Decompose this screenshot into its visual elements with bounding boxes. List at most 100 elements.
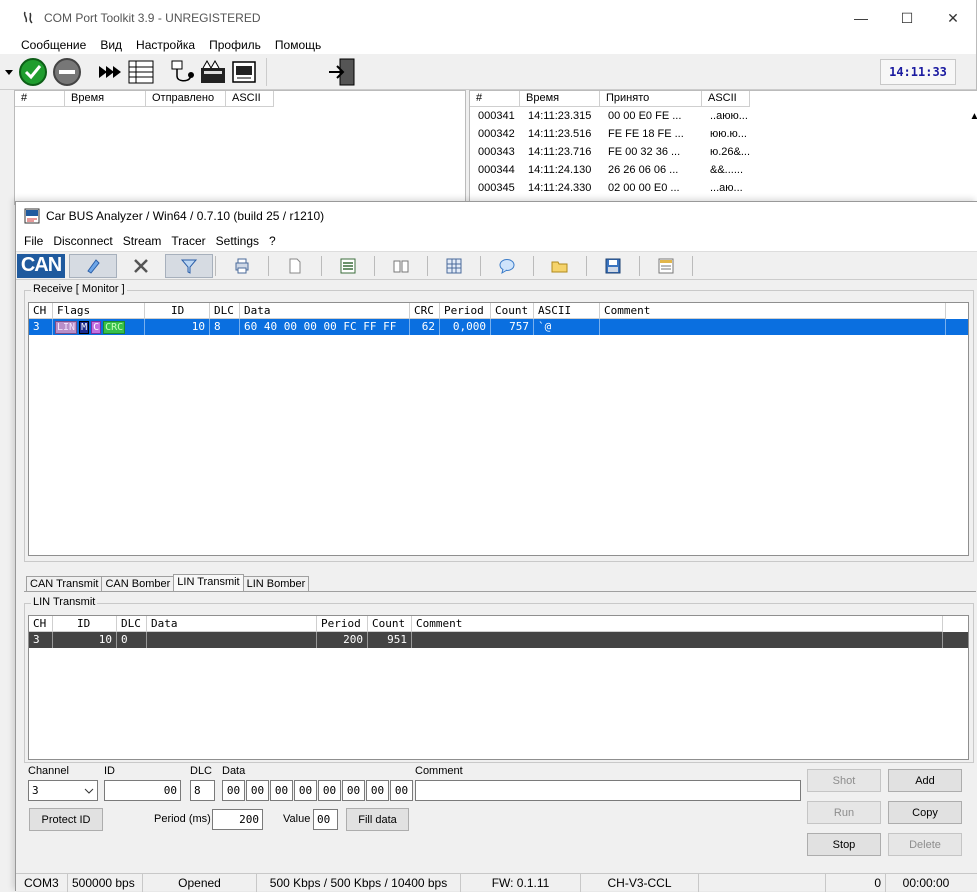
table-row[interactable]: 3 10 0 200 951: [29, 632, 968, 648]
col-received[interactable]: Принято: [600, 91, 702, 107]
menu-settings[interactable]: Настройка: [136, 38, 195, 52]
terminal-icon[interactable]: [230, 58, 258, 86]
id-input[interactable]: 00: [104, 780, 181, 801]
menu-help[interactable]: Помощь: [275, 38, 321, 52]
list-item[interactable]: 000343 14:11:23.716 FE 00 32 36 ... ю.26&..…: [470, 143, 977, 161]
col-ch[interactable]: CH: [29, 616, 53, 632]
minimize-button[interactable]: —: [838, 0, 884, 36]
col-dlc[interactable]: DLC: [117, 616, 147, 632]
table-row[interactable]: 3 LIN M C CRC 10 8 60 40 00 00 00 FC FF FF …: [29, 319, 968, 335]
shot-button[interactable]: Shot: [807, 769, 881, 792]
new-document-button[interactable]: [271, 254, 319, 278]
menu-file[interactable]: File: [24, 234, 43, 248]
receive-table[interactable]: CH Flags ID DLC Data CRC Period Count AS…: [28, 302, 969, 556]
col-count[interactable]: Count: [368, 616, 412, 632]
data-byte-input[interactable]: 00: [318, 780, 341, 801]
col-period[interactable]: Period: [440, 303, 491, 319]
data-byte-input[interactable]: 00: [342, 780, 365, 801]
connect-check-icon[interactable]: [16, 57, 50, 86]
col-data[interactable]: Data: [240, 303, 410, 319]
col-sent[interactable]: Отправлено: [146, 91, 226, 107]
data-byte-input[interactable]: 00: [222, 780, 245, 801]
dlc-input[interactable]: 8: [190, 780, 215, 801]
col-dlc[interactable]: DLC: [210, 303, 240, 319]
tools-button[interactable]: [117, 254, 165, 278]
maximize-button[interactable]: ☐: [884, 0, 930, 36]
menu-profile[interactable]: Профиль: [209, 38, 261, 52]
disconnect-icon[interactable]: [50, 57, 84, 86]
open-folder-button[interactable]: [536, 254, 584, 278]
scroll-up-icon[interactable]: ▲: [966, 107, 977, 125]
tab-can-bomber[interactable]: CAN Bomber: [101, 576, 175, 591]
log-sheet-icon[interactable]: [124, 58, 158, 86]
col-number[interactable]: #: [470, 91, 520, 107]
list-item[interactable]: 000341 14:11:23.315 00 00 E0 FE ... ..аюю..…: [470, 107, 977, 125]
protect-id-button[interactable]: Protect ID: [29, 808, 103, 831]
data-byte-input[interactable]: 00: [390, 780, 413, 801]
col-ascii[interactable]: ASCII: [534, 303, 600, 319]
monitor-button[interactable]: [69, 253, 117, 278]
copy-button[interactable]: Copy: [888, 801, 962, 824]
col-number[interactable]: #: [15, 91, 65, 107]
col-comment[interactable]: Comment: [600, 303, 946, 319]
col-period[interactable]: Period: [317, 616, 368, 632]
col-time[interactable]: Время: [520, 91, 600, 107]
fill-data-button[interactable]: Fill data: [346, 808, 409, 831]
menu-view[interactable]: Вид: [100, 38, 122, 52]
col-ascii[interactable]: ASCII: [226, 91, 274, 107]
col-ch[interactable]: CH: [29, 303, 53, 319]
list-item[interactable]: 000342 14:11:23.516 FE FE 18 FE ... юю.ю...: [470, 125, 977, 143]
scripts-icon[interactable]: [196, 58, 230, 86]
list-item[interactable]: 000344 14:11:24.130 26 26 06 06 ... &&.....…: [470, 161, 977, 179]
status-baud: 500000 bps: [68, 873, 143, 892]
list-item[interactable]: 000345 14:11:24.330 02 00 00 E0 ... ...аю..…: [470, 179, 977, 197]
menu-help[interactable]: ?: [269, 234, 276, 248]
menu-settings[interactable]: Settings: [216, 234, 259, 248]
col-comment[interactable]: Comment: [412, 616, 943, 632]
data-byte-input[interactable]: 00: [246, 780, 269, 801]
status-firmware: FW: 0.1.11: [461, 873, 581, 892]
tab-lin-transmit[interactable]: LIN Transmit: [173, 574, 244, 591]
menu-disconnect[interactable]: Disconnect: [53, 234, 112, 248]
data-byte-input[interactable]: 00: [270, 780, 293, 801]
stop-button[interactable]: Stop: [807, 833, 881, 856]
log-button[interactable]: [324, 254, 372, 278]
report-button[interactable]: [642, 254, 690, 278]
delete-button[interactable]: Delete: [888, 833, 962, 856]
run-button[interactable]: Run: [807, 801, 881, 824]
sent-messages-list[interactable]: # Время Отправлено ASCII: [14, 90, 466, 205]
col-ascii[interactable]: ASCII: [702, 91, 750, 107]
data-byte-input[interactable]: 00: [366, 780, 389, 801]
col-crc[interactable]: CRC: [410, 303, 440, 319]
dropdown-arrow-icon[interactable]: [2, 58, 16, 86]
exit-door-icon[interactable]: [327, 58, 355, 86]
comment-input[interactable]: [415, 780, 801, 801]
close-button[interactable]: ✕: [930, 0, 976, 36]
print-button[interactable]: [218, 254, 266, 278]
save-button[interactable]: [589, 254, 637, 278]
period-input[interactable]: 200: [212, 809, 263, 830]
port-cable-icon[interactable]: [168, 58, 196, 86]
col-data[interactable]: Data: [147, 616, 317, 632]
col-id[interactable]: ID: [53, 616, 117, 632]
menu-message[interactable]: Сообщение: [21, 38, 86, 52]
col-id[interactable]: ID: [145, 303, 210, 319]
lin-transmit-table[interactable]: CH ID DLC Data Period Count Comment 3 10…: [28, 615, 969, 760]
col-flags[interactable]: Flags: [53, 303, 145, 319]
tab-can-transmit[interactable]: CAN Transmit: [26, 576, 103, 591]
menu-stream[interactable]: Stream: [123, 234, 162, 248]
channel-select[interactable]: 3: [28, 780, 98, 801]
col-time[interactable]: Время: [65, 91, 146, 107]
add-button[interactable]: Add: [888, 769, 962, 792]
data-byte-input[interactable]: 00: [294, 780, 317, 801]
grid-button[interactable]: [430, 254, 478, 278]
tab-lin-bomber[interactable]: LIN Bomber: [242, 576, 310, 591]
comment-button[interactable]: [483, 254, 531, 278]
menu-tracer[interactable]: Tracer: [171, 234, 205, 248]
received-messages-list[interactable]: # Время Принято ASCII 000341 14:11:23.315…: [469, 90, 977, 205]
filter-button[interactable]: [165, 253, 213, 278]
send-fast-icon[interactable]: [96, 58, 124, 86]
book-button[interactable]: [377, 254, 425, 278]
col-count[interactable]: Count: [491, 303, 534, 319]
value-input[interactable]: 00: [313, 809, 338, 830]
